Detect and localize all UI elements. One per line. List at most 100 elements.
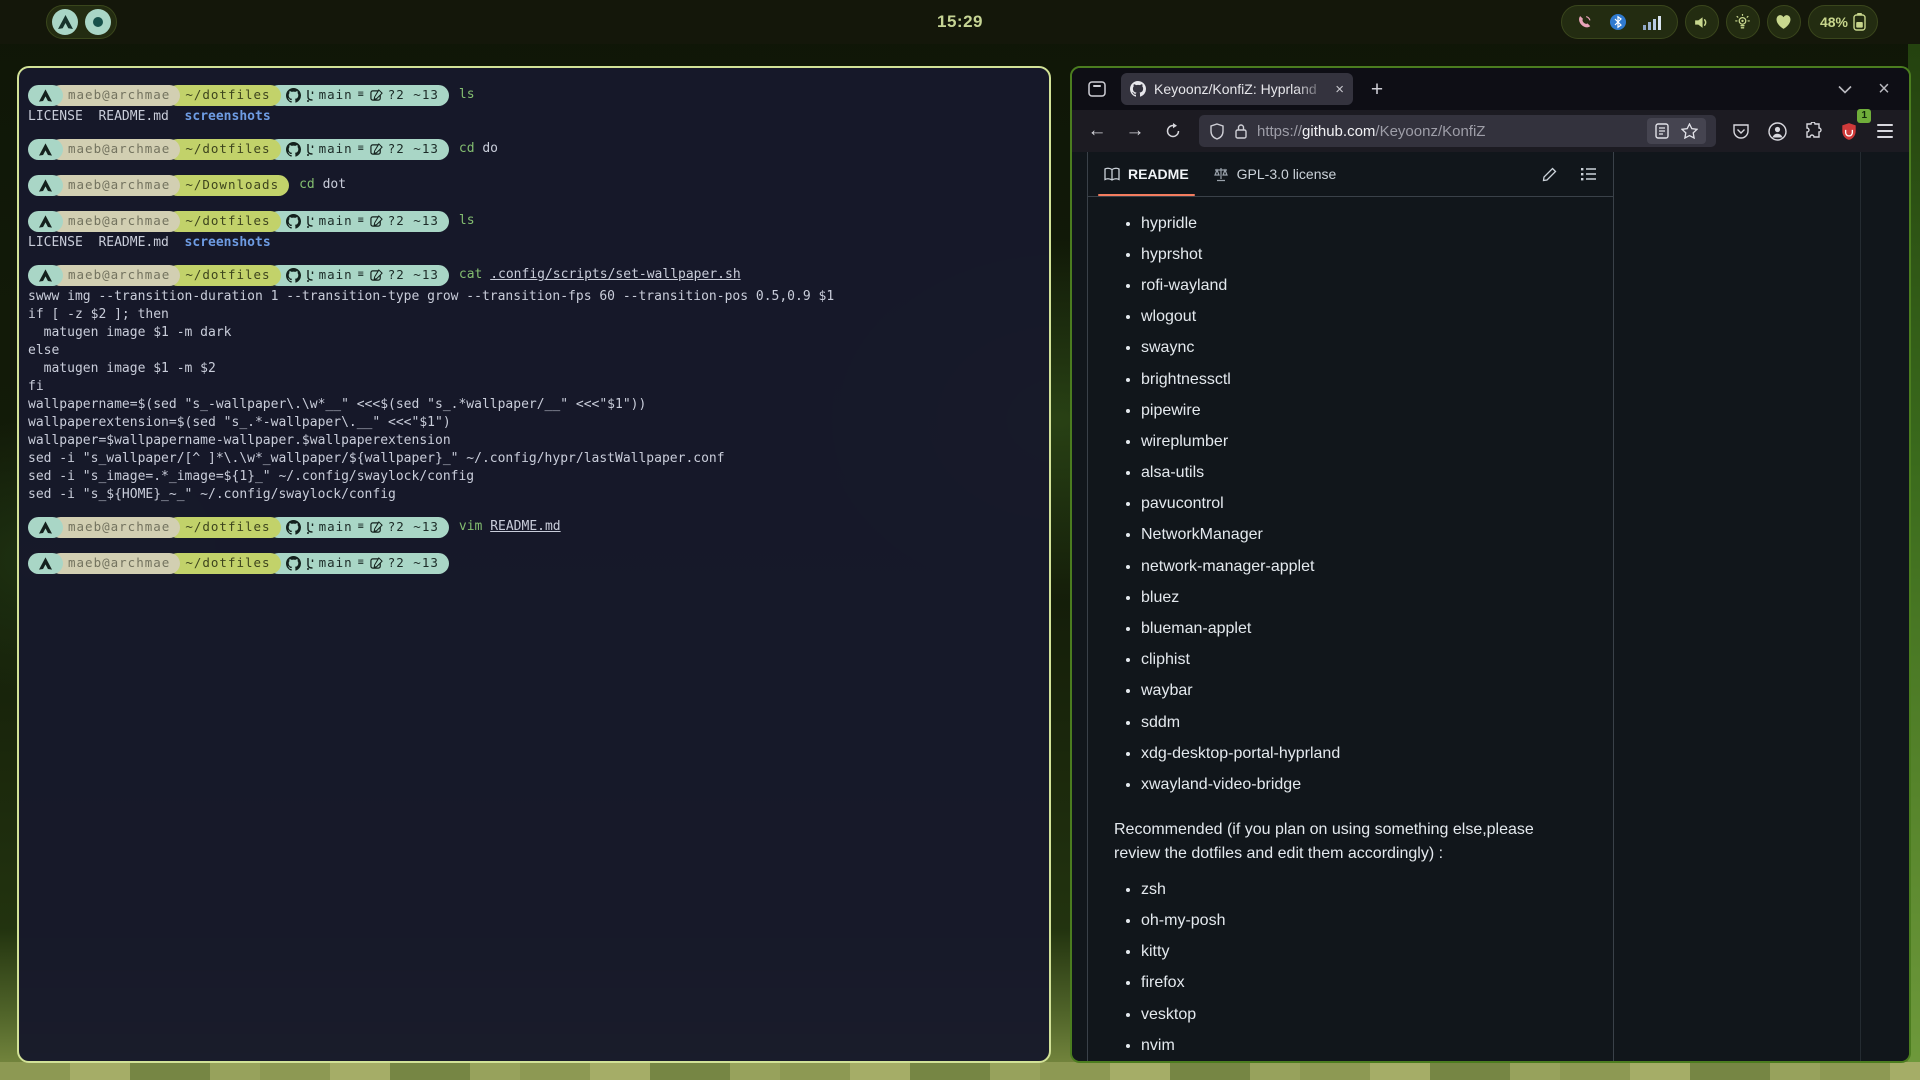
terminal-output-line: wallpaper=$wallpapername-wallpaper.$wall… [28, 432, 1041, 450]
close-icon: × [1878, 79, 1890, 99]
prompt-user-segment: maeb@archmae [50, 85, 180, 106]
output-text: LICENSE README.md [28, 235, 185, 250]
prompt-os-segment [28, 175, 63, 196]
recommended-item: oh-my-posh [1141, 912, 1587, 930]
github-favicon [1130, 81, 1146, 97]
tab-readme[interactable]: README [1104, 152, 1189, 196]
prompt-os-segment [28, 139, 63, 160]
plus-icon: + [1371, 79, 1383, 100]
package-item: pipewire [1141, 402, 1587, 420]
command-name: vim [459, 519, 482, 534]
window-close-button[interactable]: × [1869, 74, 1899, 104]
lock-icon[interactable] [1234, 123, 1248, 139]
bluetooth-icon[interactable] [1609, 13, 1627, 31]
prompt-dir-segment: ~/dotfiles [167, 553, 280, 574]
command-path-link: .config/scripts/set-wallpaper.sh [490, 267, 740, 282]
tab-bar: Keyoonz/KonfiZ: Hyprland × + × [1072, 68, 1909, 110]
arch-logo-icon [39, 557, 52, 570]
account-button[interactable] [1762, 116, 1792, 146]
git-sync-status: ≡ [358, 554, 365, 572]
url-host: github.com [1302, 123, 1375, 140]
shield-icon[interactable] [1209, 123, 1225, 140]
pocket-button[interactable] [1726, 116, 1756, 146]
tab-konfiz[interactable]: Keyoonz/KonfiZ: Hyprland × [1121, 73, 1353, 105]
battery-indicator[interactable]: 48% [1808, 5, 1878, 39]
book-icon [1104, 167, 1120, 182]
package-item: blueman-applet [1141, 620, 1587, 638]
terminal-command: cd dot [299, 176, 346, 194]
reload-icon [1165, 123, 1181, 139]
command-name: cd [299, 177, 315, 192]
package-item: waybar [1141, 682, 1587, 700]
terminal-command: cd do [459, 140, 498, 158]
git-sync-status: ≡ [358, 518, 365, 536]
phone-icon[interactable] [1576, 14, 1593, 31]
git-branch-name: main [319, 212, 353, 230]
prompt-os-segment [28, 517, 63, 538]
git-sync-status: ≡ [358, 86, 365, 104]
browser-window: Keyoonz/KonfiZ: Hyprland × + × ← → https… [1070, 66, 1911, 1063]
terminal-command: ls [459, 86, 475, 104]
tab-license[interactable]: GPL-3.0 license [1213, 152, 1337, 196]
favorites-button[interactable] [1767, 5, 1801, 39]
back-button[interactable]: ← [1081, 115, 1113, 147]
puzzle-icon [1804, 122, 1822, 140]
firefox-view-button[interactable] [1082, 74, 1112, 104]
arch-logo-icon [39, 179, 52, 192]
reload-button[interactable] [1157, 115, 1189, 147]
terminal-window[interactable]: maeb@archmae~/dotfilesmain≡?2 ~13lsLICEN… [17, 66, 1051, 1063]
prompt-git-segment: main≡?2 ~13 [268, 265, 449, 286]
outline-list-icon[interactable] [1581, 167, 1597, 181]
terminal-command: ls [459, 212, 475, 230]
git-branch-icon [306, 215, 314, 228]
ublock-button[interactable]: 1 [1834, 116, 1864, 146]
output-text: if [ -z $2 ]; then [28, 307, 169, 322]
hamburger-icon [1877, 124, 1893, 138]
extensions-button[interactable] [1798, 116, 1828, 146]
volume-button[interactable] [1685, 5, 1719, 39]
brightness-button[interactable] [1726, 5, 1760, 39]
new-tab-button[interactable]: + [1362, 74, 1392, 104]
signal-bars-icon[interactable] [1643, 14, 1663, 30]
reader-mode-icon[interactable] [1655, 123, 1669, 139]
terminal-output-line: matugen image $1 -m dark [28, 324, 1041, 342]
terminal-output-line: LICENSE README.md screenshots [28, 108, 1041, 126]
forward-button[interactable]: → [1119, 115, 1151, 147]
battery-icon [1853, 13, 1866, 31]
url-text: https://github.com/Keyoonz/KonfiZ [1257, 123, 1485, 140]
git-branch-icon [306, 521, 314, 534]
list-tabs-button[interactable] [1830, 74, 1860, 104]
readme-body: hypridlehyprshotrofi-waylandwlogoutswayn… [1088, 197, 1613, 1061]
bookmark-star-icon[interactable] [1681, 123, 1698, 139]
git-branch-icon [306, 557, 314, 570]
edit-pencil-icon[interactable] [1542, 167, 1557, 182]
prompt-git-segment: main≡?2 ~13 [268, 517, 449, 538]
terminal-blank-line [28, 252, 1041, 262]
pocket-icon [1732, 122, 1750, 140]
git-branch-icon [306, 269, 314, 282]
package-item: sddm [1141, 714, 1587, 732]
output-text: sed -i "s_wallpaper/[^ ]*\.\w*_wallpaper… [28, 451, 725, 466]
url-bar[interactable]: https://github.com/Keyoonz/KonfiZ [1199, 115, 1716, 147]
terminal-output-line: swww img --transition-duration 1 --trans… [28, 288, 1041, 306]
tab-close-button[interactable]: × [1335, 82, 1344, 97]
package-item: network-manager-applet [1141, 558, 1587, 576]
output-text: wallpaperextension=$(sed "s_.*-wallpaper… [28, 415, 451, 430]
recommended-item: zsh [1141, 881, 1587, 899]
prompt-user-segment: maeb@archmae [50, 211, 180, 232]
wallpaper-grass [0, 1062, 1920, 1080]
prompt-git-segment: main≡?2 ~13 [268, 553, 449, 574]
desktop: 15:29 48% maeb@archmae~/dotfilesmai [0, 0, 1920, 1080]
ublock-shield-icon [1840, 122, 1858, 141]
package-item: cliphist [1141, 651, 1587, 669]
terminal-body: maeb@archmae~/dotfilesmain≡?2 ~13lsLICEN… [28, 82, 1041, 576]
git-edit-icon [370, 557, 383, 570]
urlbar-actions [1647, 118, 1706, 144]
git-sync-status: ≡ [358, 212, 365, 230]
prompt-git-segment: main≡?2 ~13 [268, 139, 449, 160]
menu-button[interactable] [1870, 116, 1900, 146]
package-item: NetworkManager [1141, 526, 1587, 544]
output-text: sed -i "s_${HOME}_~_" ~/.config/swaylock… [28, 487, 396, 502]
package-item: brightnessctl [1141, 371, 1587, 389]
github-icon [286, 556, 301, 571]
